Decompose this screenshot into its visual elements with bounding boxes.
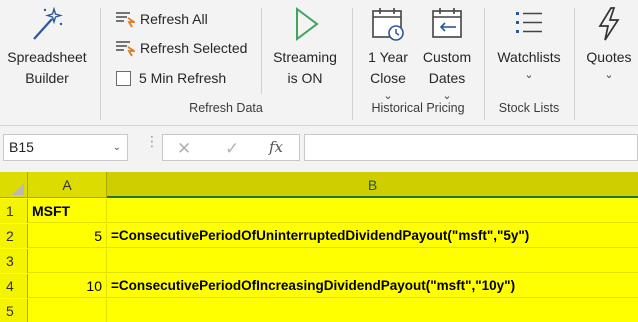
checkbox-box[interactable] bbox=[116, 70, 131, 86]
stock-lists-group-label: Stock Lists bbox=[498, 101, 560, 115]
table-row: 3 bbox=[0, 249, 638, 273]
streaming-label-1: Streaming bbox=[273, 49, 337, 65]
refresh-lines-icon bbox=[116, 41, 135, 57]
calendar-arrow-icon bbox=[432, 8, 462, 38]
watchlists-label: Watchlists bbox=[497, 49, 561, 65]
select-all-corner[interactable] bbox=[0, 172, 28, 198]
row-header[interactable]: 5 bbox=[0, 299, 28, 322]
cell-a1[interactable]: MSFT bbox=[28, 199, 107, 223]
spreadsheet-builder-label-2: Builder bbox=[25, 70, 69, 86]
custom-dates-label-1: Custom bbox=[422, 49, 472, 65]
lightning-icon bbox=[598, 7, 620, 41]
enter-check-icon[interactable]: ✓ bbox=[225, 139, 239, 159]
ribbon: Spreadsheet Builder Refresh All Refresh … bbox=[0, 0, 638, 126]
formula-buttons: ✕ ✓ fx bbox=[162, 134, 300, 161]
play-icon bbox=[296, 7, 319, 41]
formula-bar: B15 ⌄ ⋮ ✕ ✓ fx bbox=[0, 126, 638, 172]
row-header[interactable]: 4 bbox=[0, 274, 28, 298]
ribbon-separator bbox=[574, 8, 575, 120]
cell-b2[interactable]: =ConsecutivePeriodOfUninterruptedDividen… bbox=[107, 224, 638, 248]
streaming-label-2: is ON bbox=[287, 70, 323, 86]
name-box-value: B15 bbox=[9, 139, 34, 155]
custom-dates-label-2: Dates bbox=[428, 70, 466, 86]
custom-dates-button[interactable]: Custom Dates ⌄ bbox=[416, 6, 478, 103]
one-year-close-label-2: Close bbox=[370, 70, 406, 86]
cell-a3[interactable] bbox=[28, 249, 107, 273]
list-icon bbox=[516, 12, 542, 33]
column-header-b[interactable]: B bbox=[107, 172, 638, 198]
insert-function-icon[interactable]: fx bbox=[269, 138, 283, 156]
spreadsheet-builder-label-1: Spreadsheet bbox=[7, 49, 87, 65]
quotes-label: Quotes bbox=[586, 49, 632, 65]
chevron-down-icon[interactable]: ⌄ bbox=[113, 135, 121, 160]
one-year-close-label-1: 1 Year bbox=[368, 49, 408, 65]
table-row: 1 MSFT bbox=[0, 199, 638, 223]
one-year-close-button[interactable]: 1 Year Close ⌄ bbox=[357, 6, 419, 103]
cell-a4[interactable]: 10 bbox=[28, 274, 107, 298]
five-min-refresh-checkbox[interactable]: 5 Min Refresh bbox=[115, 66, 226, 90]
cell-b5[interactable] bbox=[107, 299, 638, 322]
calendar-clock-icon bbox=[372, 8, 404, 41]
cell-a5[interactable] bbox=[28, 299, 107, 322]
refresh-selected-button[interactable]: Refresh Selected bbox=[115, 36, 247, 60]
cell-a2[interactable]: 5 bbox=[28, 224, 107, 248]
column-header-row: A B bbox=[0, 172, 638, 198]
quotes-button[interactable]: Quotes ⌄ bbox=[580, 6, 638, 82]
watchlists-button[interactable]: Watchlists ⌄ bbox=[488, 6, 570, 82]
magic-wand-icon bbox=[33, 6, 63, 40]
refresh-lines-icon bbox=[116, 12, 135, 28]
row-header[interactable]: 1 bbox=[0, 199, 28, 223]
refresh-selected-label: Refresh Selected bbox=[140, 40, 248, 56]
cancel-icon[interactable]: ✕ bbox=[177, 139, 191, 159]
table-row: 2 5 =ConsecutivePeriodOfUninterruptedDiv… bbox=[0, 224, 638, 248]
refresh-all-label: Refresh All bbox=[140, 11, 208, 27]
cell-b3[interactable] bbox=[107, 249, 638, 273]
five-min-refresh-label: 5 Min Refresh bbox=[139, 70, 227, 86]
chevron-down-icon: ⌄ bbox=[524, 69, 534, 81]
cell-b1[interactable] bbox=[107, 199, 638, 223]
row-header[interactable]: 3 bbox=[0, 249, 28, 273]
table-row: 4 10 =ConsecutivePeriodOfIncreasingDivid… bbox=[0, 274, 638, 298]
ribbon-separator bbox=[261, 8, 262, 94]
name-box[interactable]: B15 ⌄ bbox=[3, 134, 128, 161]
formula-input[interactable] bbox=[304, 134, 638, 161]
historical-pricing-group-label: Historical Pricing bbox=[371, 101, 465, 115]
refresh-data-group-label: Refresh Data bbox=[189, 101, 263, 115]
refresh-all-button[interactable]: Refresh All bbox=[115, 7, 208, 31]
table-row: 5 bbox=[0, 299, 638, 322]
cell-b4[interactable]: =ConsecutivePeriodOfIncreasingDividendPa… bbox=[107, 274, 638, 298]
row-header[interactable]: 2 bbox=[0, 224, 28, 248]
column-header-a[interactable]: A bbox=[28, 172, 107, 198]
streaming-button[interactable]: Streaming is ON bbox=[264, 6, 346, 89]
chevron-down-icon: ⌄ bbox=[604, 69, 614, 81]
spreadsheet-grid: A B 1 MSFT 2 5 =ConsecutivePeriodOfUnint… bbox=[0, 172, 638, 322]
spreadsheet-builder-button[interactable]: Spreadsheet Builder bbox=[4, 6, 90, 89]
resize-grip-icon[interactable]: ⋮ bbox=[145, 134, 159, 148]
